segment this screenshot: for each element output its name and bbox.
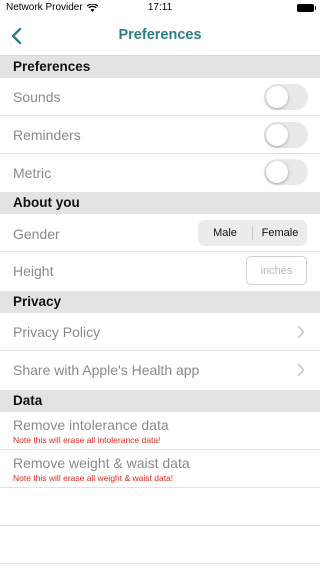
height-label: Height (13, 263, 54, 279)
reminders-row: Reminders (0, 116, 320, 154)
remove-weight-label: Remove weight & waist data (13, 455, 190, 471)
section-header-data: Data (0, 390, 320, 412)
apple-health-label: Share with Apple's Health app (13, 362, 200, 378)
sounds-label: Sounds (13, 89, 61, 105)
privacy-policy-row[interactable]: Privacy Policy (0, 313, 320, 351)
height-row: Height (0, 252, 320, 290)
gender-option-male[interactable]: Male (198, 220, 252, 246)
section-header-about-you: About you (0, 192, 320, 214)
chevron-right-icon (297, 325, 305, 339)
gender-label: Gender (13, 226, 60, 242)
status-bar: Network Provider 17:11 (0, 0, 320, 16)
toggle-knob (266, 124, 288, 146)
remove-weight-row[interactable]: Remove weight & waist data Note this wil… (0, 450, 320, 488)
reminders-label: Reminders (13, 127, 81, 143)
section-header-privacy: Privacy (0, 291, 320, 313)
remove-intolerance-label: Remove intolerance data (13, 417, 169, 433)
empty-row (0, 526, 320, 564)
apple-health-row[interactable]: Share with Apple's Health app (0, 351, 320, 389)
section-header-preferences: Preferences (0, 56, 320, 78)
status-time: 17:11 (147, 2, 173, 13)
height-input[interactable] (246, 256, 307, 285)
gender-segmented-control[interactable]: Male Female (198, 220, 307, 246)
metric-row: Metric (0, 154, 320, 191)
gender-option-female[interactable]: Female (253, 220, 307, 246)
gender-row: Gender Male Female (0, 214, 320, 252)
metric-toggle[interactable] (264, 159, 308, 185)
battery-icon (297, 4, 316, 12)
sounds-toggle[interactable] (264, 84, 308, 110)
page-title: Preferences (118, 27, 202, 43)
toggle-knob (266, 161, 288, 183)
remove-intolerance-row[interactable]: Remove intolerance data Note this will e… (0, 412, 320, 450)
empty-row (0, 488, 320, 526)
metric-label: Metric (13, 165, 52, 181)
privacy-policy-label: Privacy Policy (13, 324, 101, 340)
chevron-right-icon (297, 363, 305, 377)
remove-weight-warning: Note this will erase all weight & waist … (13, 473, 174, 483)
toggle-knob (266, 86, 288, 108)
remove-intolerance-warning: Note this will erase all intolerance dat… (13, 435, 161, 445)
reminders-toggle[interactable] (264, 122, 308, 148)
sounds-row: Sounds (0, 78, 320, 116)
nav-bar: Preferences (0, 16, 320, 56)
